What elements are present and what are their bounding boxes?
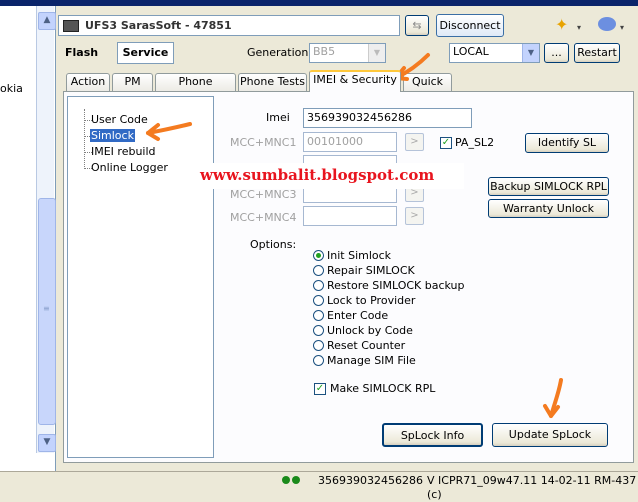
radio-label: Manage SIM File [327,354,416,367]
tree-item-online-logger[interactable]: Online Logger [91,161,168,174]
background-window-text: okia [0,82,23,95]
make-simlock-rpl-label: Make SIMLOCK RPL [330,382,436,395]
mcc-mnc1-label: MCC+MNC1 [230,136,297,149]
tab-pm[interactable]: PM [112,73,153,91]
disconnect-button[interactable]: Disconnect [436,14,504,37]
tab-phone-settings[interactable]: Phone Settings [155,73,236,104]
window-title-strip [0,0,638,6]
mcc-mnc4-arrow-button[interactable]: > [405,207,424,225]
function-tree: User Code Simlock IMEI rebuild Online Lo… [67,96,214,458]
radio-label: Unlock by Code [327,324,413,337]
tab-imei-security[interactable]: IMEI & Security [309,70,401,92]
restart-button[interactable]: Restart [574,43,620,63]
status-led-icon-2 [292,476,300,484]
status-version: V ICPR71_09w47.11 14-02-11 RM-437 (c) [427,474,637,501]
radio-label: Reset Counter [327,339,406,352]
radio-lock-to-provider[interactable] [313,295,324,306]
device-title: UFS3 SarasSoft - 47851 [85,19,232,32]
connection-value: LOCAL [453,45,489,58]
status-led-icon [282,476,290,484]
status-imei: 356939032456286 [318,474,423,487]
pa-sl2-label: PA_SL2 [455,136,495,149]
generation-label: Generation: [247,46,313,59]
scroll-thumb[interactable]: ≡ [38,198,56,425]
star-icon[interactable]: ✦ [555,15,575,35]
pa-sl2-checkbox[interactable]: ✓ [440,137,452,149]
options-label: Options: [250,238,297,251]
refresh-icon[interactable]: ⇆ [405,15,429,36]
chevron-down-icon-2[interactable]: ▾ [620,23,624,32]
splock-info-button[interactable]: SpLock Info [382,423,483,447]
device-icon [63,20,79,32]
mcc-mnc1-arrow-button[interactable]: > [405,133,424,151]
chevron-down-icon[interactable]: ▾ [577,23,581,32]
browse-button[interactable]: ... [544,43,569,63]
mcc-mnc4-label: MCC+MNC4 [230,211,297,224]
generation-select[interactable]: BB5 ▼ [309,43,386,63]
mcc-mnc4-field[interactable] [303,206,397,226]
make-simlock-rpl-checkbox[interactable]: ✓ [314,383,326,395]
warranty-unlock-button[interactable]: Warranty Unlock [488,199,609,218]
tab-phone-tests[interactable]: Phone Tests [238,73,307,91]
radio-label: Repair SIMLOCK [327,264,415,277]
generation-value: BB5 [313,45,336,58]
update-splock-button[interactable]: Update SpLock [492,423,608,447]
tree-item-simlock[interactable]: Simlock [90,129,135,142]
radio-label: Init Simlock [327,249,392,262]
dropdown-arrow-icon: ▼ [368,44,385,62]
mcc-mnc3-label: MCC+MNC3 [230,188,297,201]
radio-label: Enter Code [327,309,389,322]
radio-repair-simlock[interactable] [313,265,324,276]
scroll-up-button[interactable]: ▲ [38,12,56,30]
radio-reset-counter[interactable] [313,340,324,351]
identify-sl-button[interactable]: Identify SL [525,133,609,153]
mcc-mnc1-field[interactable]: 00101000 [303,132,397,152]
vertical-scrollbar[interactable]: ▲ ≡ ▼ [36,6,56,453]
radio-init-simlock[interactable] [313,250,324,261]
chat-bubble-icon[interactable] [598,17,616,31]
dropdown-arrow-icon-2: ▼ [522,44,539,62]
connection-select[interactable]: LOCAL ▼ [449,43,540,63]
radio-restore-simlock-backup[interactable] [313,280,324,291]
radio-label: Restore SIMLOCK backup [327,279,465,292]
flash-tab[interactable]: Flash [65,46,98,59]
imei-label: Imei [266,111,290,124]
tree-connector [84,109,85,169]
radio-unlock-by-code[interactable] [313,325,324,336]
tab-action[interactable]: Action [66,73,110,91]
backup-simlock-rpl-button[interactable]: Backup SIMLOCK RPL [488,177,609,196]
status-bar: 356939032456286 V ICPR71_09w47.11 14-02-… [0,471,638,501]
tab-quick-fix[interactable]: Quick Fix [403,73,452,104]
tree-item-imei-rebuild[interactable]: IMEI rebuild [91,145,156,158]
device-title-field: UFS3 SarasSoft - 47851 [58,15,400,36]
scroll-down-button[interactable]: ▼ [38,434,56,452]
imei-field[interactable]: 356939032456286 [303,108,472,128]
radio-manage-sim-file[interactable] [313,355,324,366]
watermark-text: www.sumbalit.blogspot.com [200,166,435,184]
tree-item-user-code[interactable]: User Code [91,113,148,126]
radio-label: Lock to Provider [327,294,416,307]
service-tab[interactable]: Service [117,42,174,64]
radio-enter-code[interactable] [313,310,324,321]
